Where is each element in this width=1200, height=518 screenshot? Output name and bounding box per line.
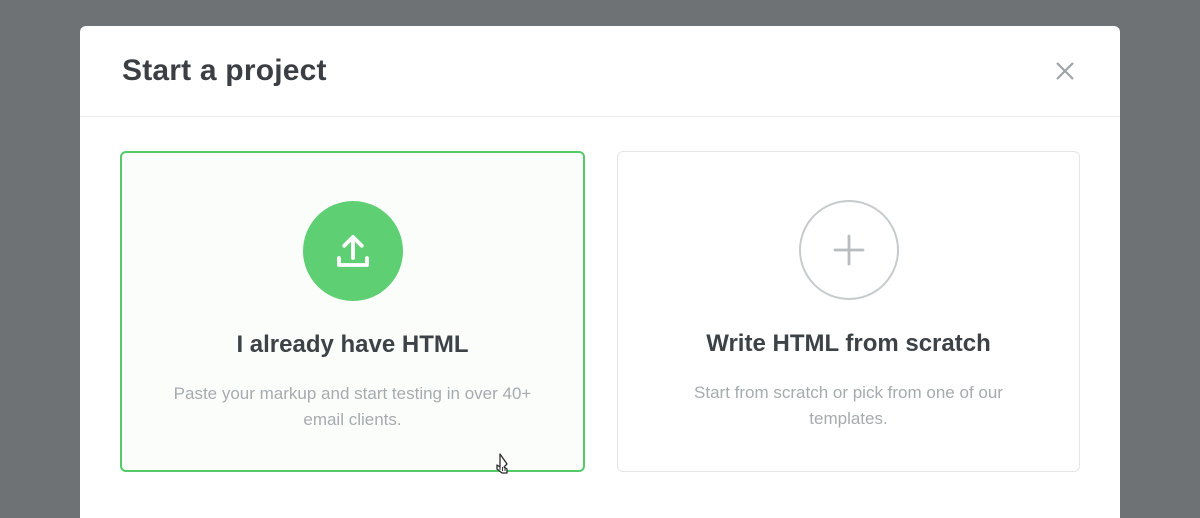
- plus-icon-circle: [799, 200, 899, 300]
- modal-header: Start a project: [80, 26, 1120, 117]
- option-write-from-scratch[interactable]: Write HTML from scratch Start from scrat…: [617, 151, 1080, 472]
- close-icon: [1053, 59, 1077, 83]
- option-title: I already have HTML: [236, 331, 468, 359]
- upload-icon-circle: [303, 201, 403, 301]
- upload-icon: [332, 230, 374, 272]
- modal-body: I already have HTML Paste your markup an…: [80, 117, 1120, 472]
- option-description: Paste your markup and start testing in o…: [173, 381, 533, 434]
- plus-icon: [828, 229, 870, 271]
- option-already-have-html[interactable]: I already have HTML Paste your markup an…: [120, 151, 585, 472]
- modal-title: Start a project: [122, 54, 327, 88]
- close-button[interactable]: [1050, 56, 1080, 86]
- option-description: Start from scratch or pick from one of o…: [669, 380, 1029, 433]
- start-project-modal: Start a project I already have HTML Past…: [80, 26, 1120, 518]
- option-title: Write HTML from scratch: [706, 330, 991, 358]
